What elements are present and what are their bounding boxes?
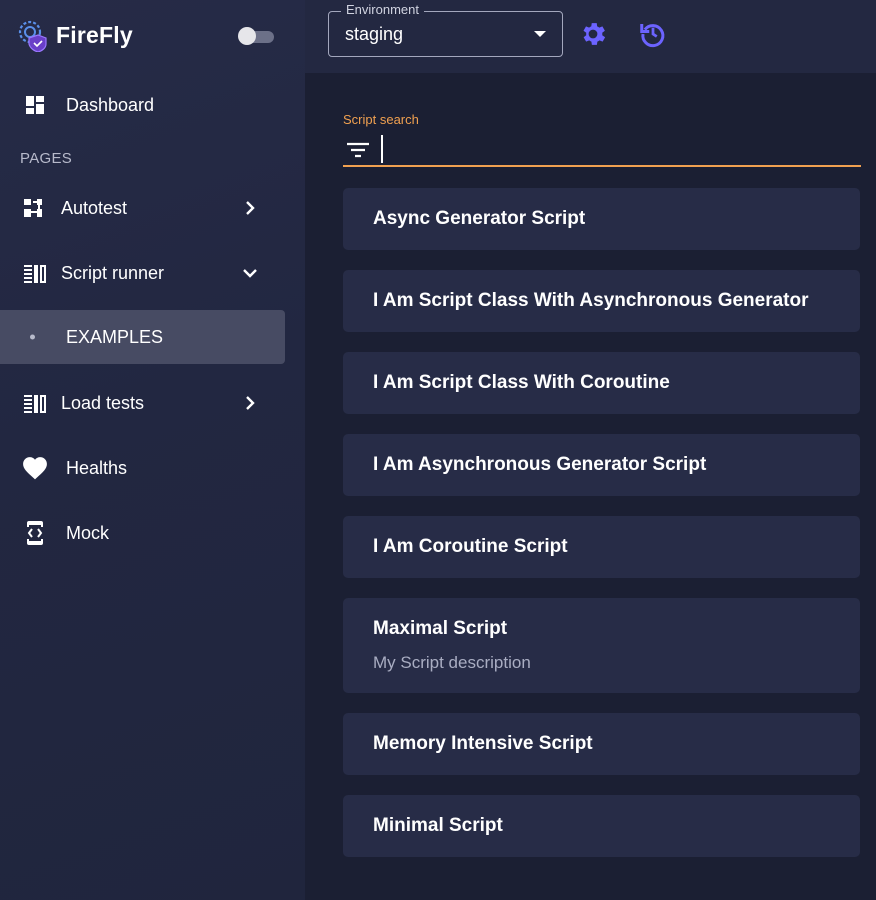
firefly-logo-icon (18, 20, 47, 52)
topbar: Environment staging (305, 0, 876, 73)
script-title: I Am Coroutine Script (373, 536, 568, 557)
script-card[interactable]: Maximal Script My Script description (343, 598, 860, 693)
section-header-pages: PAGES (20, 150, 73, 167)
sidebar-item-dashboard[interactable]: Dashboard (0, 78, 285, 132)
sidebar-item-label: Dashboard (66, 94, 155, 115)
chevron-down-icon (243, 269, 257, 278)
script-title: Maximal Script (373, 618, 508, 639)
sidebar-item-load-tests[interactable]: Load tests (0, 376, 285, 430)
sidebar-item-autotest[interactable]: Autotest (0, 181, 285, 235)
script-title: I Am Script Class With Asynchronous Gene… (373, 290, 809, 311)
sidebar-item-label: EXAMPLES (66, 326, 164, 347)
sidebar-item-healths[interactable]: Healths (0, 441, 285, 495)
script-title: Memory Intensive Script (373, 733, 593, 754)
autotest-icon (22, 195, 48, 221)
environment-label: Environment (341, 2, 424, 17)
main-content: Script search Async Generator Script I A… (305, 73, 876, 900)
load-tests-icon (22, 390, 48, 416)
dashboard-icon (22, 92, 48, 118)
script-title: I Am Asynchronous Generator Script (373, 454, 707, 475)
environment-select[interactable]: Environment staging (328, 2, 563, 57)
script-card[interactable]: Async Generator Script (343, 188, 860, 250)
script-card[interactable]: Memory Intensive Script (343, 713, 860, 775)
app-name: FireFly (56, 21, 133, 48)
sidebar-item-examples[interactable]: EXAMPLES (0, 310, 285, 364)
script-runner-icon (22, 260, 48, 286)
script-title: I Am Script Class With Coroutine (373, 372, 670, 393)
refresh-history-icon[interactable] (638, 19, 668, 49)
theme-toggle[interactable] (238, 27, 274, 45)
filter-icon[interactable] (345, 139, 371, 161)
chevron-right-icon (246, 396, 255, 410)
dropdown-arrow-icon (534, 31, 546, 37)
script-search (343, 133, 861, 167)
search-label: Script search (343, 112, 419, 127)
script-title: Async Generator Script (373, 208, 586, 229)
sidebar-item-label: Autotest (61, 197, 128, 218)
script-card[interactable]: I Am Coroutine Script (343, 516, 860, 578)
script-card[interactable]: I Am Script Class With Coroutine (343, 352, 860, 414)
sidebar: FireFly Dashboard PAGES Autotest Script … (0, 0, 305, 900)
sidebar-item-label: Mock (66, 522, 110, 543)
script-card[interactable]: I Am Script Class With Asynchronous Gene… (343, 270, 860, 332)
brand[interactable]: FireFly (16, 18, 133, 52)
sidebar-item-mock[interactable]: Mock (0, 506, 285, 560)
sidebar-item-label: Healths (66, 457, 128, 478)
script-card[interactable]: Minimal Script (343, 795, 860, 857)
environment-value: staging (345, 24, 404, 44)
script-description: My Script description (373, 653, 531, 672)
sidebar-item-script-runner[interactable]: Script runner (0, 246, 285, 300)
sidebar-item-label: Script runner (61, 262, 165, 283)
sidebar-item-label: Load tests (61, 392, 145, 413)
script-title: Minimal Script (373, 815, 503, 836)
script-card[interactable]: I Am Asynchronous Generator Script (343, 434, 860, 496)
search-input[interactable] (381, 135, 851, 163)
gear-icon[interactable] (578, 19, 608, 49)
theme-toggle-knob (238, 27, 256, 45)
chevron-right-icon (246, 201, 255, 215)
bullet-icon (30, 334, 35, 340)
script-list: Async Generator Script I Am Script Class… (343, 188, 860, 877)
heart-icon (22, 455, 48, 481)
mock-icon (22, 520, 48, 546)
